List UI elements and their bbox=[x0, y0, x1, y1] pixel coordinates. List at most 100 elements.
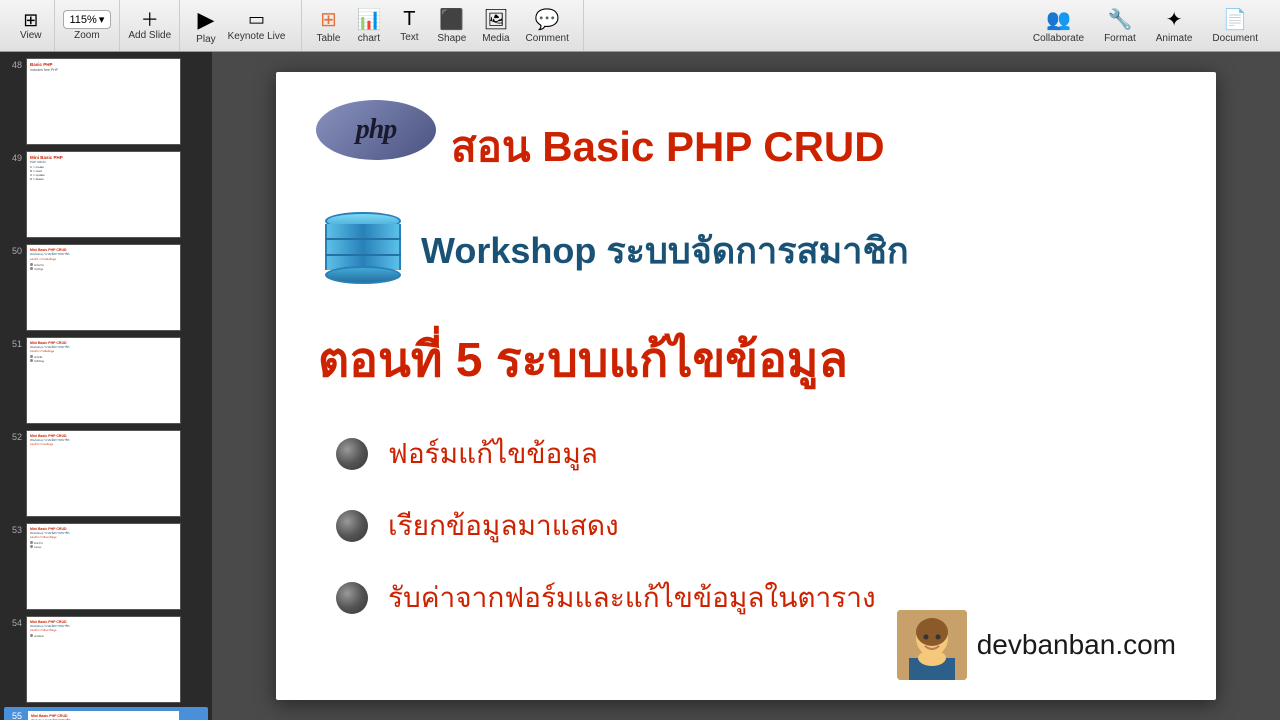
bullet-item-1: ฟอร์มแก้ไขข้อมูล bbox=[336, 432, 876, 476]
bullet-text-1: ฟอร์มแก้ไขข้อมูล bbox=[388, 432, 598, 476]
main-title: สอน Basic PHP CRUD bbox=[451, 114, 885, 180]
db-cylinder bbox=[318, 212, 408, 284]
table-icon: ⊞ bbox=[320, 7, 337, 32]
slide-preview-52: Mini Basic PHP CRUD Workshop ระบบจัดการส… bbox=[26, 430, 181, 517]
chart-label: chart bbox=[358, 33, 380, 44]
format-label: Format bbox=[1104, 33, 1136, 44]
play-label: Play bbox=[196, 34, 215, 45]
db-body1 bbox=[325, 224, 401, 238]
chart-icon: 📊 bbox=[356, 7, 381, 32]
table-button[interactable]: ⊞ Table bbox=[310, 5, 346, 46]
slide-thumb-50[interactable]: 50 Mini Basic PHP CRUD Workshop ระบบจัดก… bbox=[4, 242, 208, 333]
slide-preview-49: Mini Basic PHP PHP CRUD C = createR = re… bbox=[26, 151, 181, 238]
slide-panel[interactable]: 48 Basic PHP includes free PHP 49 Mini B… bbox=[0, 52, 212, 720]
play-controls: ▶ Play ▭ Keynote Live bbox=[180, 0, 302, 51]
database-icon bbox=[318, 212, 408, 302]
zoom-group: 115% ▾ Zoom bbox=[55, 0, 121, 51]
keynote-live-icon: ▭ bbox=[248, 9, 265, 30]
slide-thumb-55[interactable]: 55 Mini Basic PHP CRUD Workshop ระบบจัดก… bbox=[4, 707, 208, 720]
chart-button[interactable]: 📊 chart bbox=[350, 5, 387, 46]
media-label: Media bbox=[482, 33, 509, 44]
domain-text: devbanban.com bbox=[977, 629, 1176, 661]
slide-canvas-area: php สอน Basic PHP CRUD Workshop ระบบจัด bbox=[212, 52, 1280, 720]
db-body2 bbox=[325, 240, 401, 254]
workshop-title: Workshop ระบบจัดการสมาชิก bbox=[421, 222, 909, 279]
avatar-area: devbanban.com bbox=[897, 610, 1176, 680]
shape-button[interactable]: ⬛ Shape bbox=[431, 5, 472, 46]
php-ellipse: php bbox=[316, 100, 436, 160]
zoom-label: Zoom bbox=[74, 30, 100, 41]
db-bottom bbox=[325, 266, 401, 284]
collaborate-button[interactable]: 👥 Collaborate bbox=[1027, 5, 1090, 46]
comment-icon: 💬 bbox=[535, 7, 560, 32]
main-area: 48 Basic PHP includes free PHP 49 Mini B… bbox=[0, 52, 1280, 720]
add-slide-button[interactable]: ＋ Add Slide bbox=[120, 0, 180, 51]
bullet-item-2: เรียกข้อมูลมาแสดง bbox=[336, 504, 876, 548]
document-icon: 📄 bbox=[1223, 7, 1248, 32]
view-button[interactable]: ⊞ View bbox=[16, 9, 46, 43]
slide-thumb-51[interactable]: 51 Mini Basic PHP CRUD Workshop ระบบจัดก… bbox=[4, 335, 208, 426]
bullet-dot-3 bbox=[336, 582, 368, 614]
shape-label: Shape bbox=[437, 33, 466, 44]
subtitle: ตอนที่ 5 ระบบแก้ไขข้อมูล bbox=[318, 322, 848, 398]
slide-number-53: 53 bbox=[6, 523, 22, 535]
slide-preview-48: Basic PHP includes free PHP bbox=[26, 58, 181, 145]
collaborate-label: Collaborate bbox=[1033, 33, 1084, 44]
play-icon: ▶ bbox=[197, 7, 214, 33]
view-icon: ⊞ bbox=[23, 11, 38, 29]
slide-thumb-53[interactable]: 53 Mini Basic PHP CRUD Workshop ระบบจัดก… bbox=[4, 521, 208, 612]
animate-button[interactable]: ✦ Animate bbox=[1150, 5, 1199, 46]
table-label: Table bbox=[317, 33, 341, 44]
view-controls: ⊞ View bbox=[8, 0, 55, 51]
text-label: Text bbox=[400, 32, 418, 43]
slide-canvas: php สอน Basic PHP CRUD Workshop ระบบจัด bbox=[276, 72, 1216, 700]
insert-tools: ⊞ Table 📊 chart T Text ⬛ Shape 🖼 Media 💬… bbox=[302, 0, 583, 51]
comment-label: Comment bbox=[526, 33, 569, 44]
php-logo: php bbox=[316, 100, 436, 160]
format-button[interactable]: 🔧 Format bbox=[1098, 5, 1142, 46]
zoom-box[interactable]: 115% ▾ bbox=[63, 10, 112, 29]
media-button[interactable]: 🖼 Media bbox=[476, 5, 515, 46]
php-logo-text: php bbox=[356, 114, 397, 146]
bullet-dot-1 bbox=[336, 438, 368, 470]
media-icon: 🖼 bbox=[483, 7, 508, 32]
avatar bbox=[897, 610, 967, 680]
slide-preview-51: Mini Basic PHP CRUD Workshop ระบบจัดการส… bbox=[26, 337, 181, 424]
slide-number-49: 49 bbox=[6, 151, 22, 163]
bullet-text-2: เรียกข้อมูลมาแสดง bbox=[388, 504, 619, 548]
play-button[interactable]: ▶ Play bbox=[196, 7, 215, 45]
slide-preview-54: Mini Basic PHP CRUD Workshop ระบบจัดการส… bbox=[26, 616, 181, 703]
view-label: View bbox=[20, 30, 42, 41]
slide-thumb-49[interactable]: 49 Mini Basic PHP PHP CRUD C = createR =… bbox=[4, 149, 208, 240]
right-tools: 👥 Collaborate 🔧 Format ✦ Animate 📄 Docum… bbox=[1019, 0, 1272, 51]
shape-icon: ⬛ bbox=[439, 7, 464, 32]
keynote-live-label: Keynote Live bbox=[228, 31, 286, 42]
add-slide-icon: ＋ bbox=[141, 11, 159, 29]
animate-icon: ✦ bbox=[1166, 7, 1183, 32]
comment-button[interactable]: 💬 Comment bbox=[520, 5, 575, 46]
slide-number-48: 48 bbox=[6, 58, 22, 70]
slide-thumb-52[interactable]: 52 Mini Basic PHP CRUD Workshop ระบบจัดก… bbox=[4, 428, 208, 519]
slide-number-54: 54 bbox=[6, 616, 22, 628]
document-label: Document bbox=[1212, 33, 1258, 44]
slide-thumb-54[interactable]: 54 Mini Basic PHP CRUD Workshop ระบบจัดก… bbox=[4, 614, 208, 705]
slide-preview-50: Mini Basic PHP CRUD Workshop ระบบจัดการส… bbox=[26, 244, 181, 331]
document-button[interactable]: 📄 Document bbox=[1206, 5, 1264, 46]
bullets: ฟอร์มแก้ไขข้อมูล เรียกข้อมูลมาแสดง รับค่… bbox=[336, 432, 876, 620]
format-icon: 🔧 bbox=[1107, 7, 1132, 32]
text-button[interactable]: T Text bbox=[391, 6, 427, 45]
slide-number-52: 52 bbox=[6, 430, 22, 442]
keynote-live-button[interactable]: ▭ Keynote Live bbox=[228, 9, 286, 42]
zoom-chevron-icon: ▾ bbox=[99, 13, 105, 26]
bullet-text-3: รับค่าจากฟอร์มและแก้ไขข้อมูลในตาราง bbox=[388, 576, 876, 620]
text-icon: T bbox=[403, 8, 415, 31]
collaborate-icon: 👥 bbox=[1046, 7, 1071, 32]
zoom-value: 115% bbox=[70, 14, 97, 26]
slide-number-55: 55 bbox=[6, 709, 22, 720]
animate-label: Animate bbox=[1156, 33, 1193, 44]
add-slide-label: Add Slide bbox=[128, 30, 171, 41]
slide-thumb-48[interactable]: 48 Basic PHP includes free PHP bbox=[4, 56, 208, 147]
bullet-item-3: รับค่าจากฟอร์มและแก้ไขข้อมูลในตาราง bbox=[336, 576, 876, 620]
slide-number-51: 51 bbox=[6, 337, 22, 349]
slide-preview-53: Mini Basic PHP CRUD Workshop ระบบจัดการส… bbox=[26, 523, 181, 610]
